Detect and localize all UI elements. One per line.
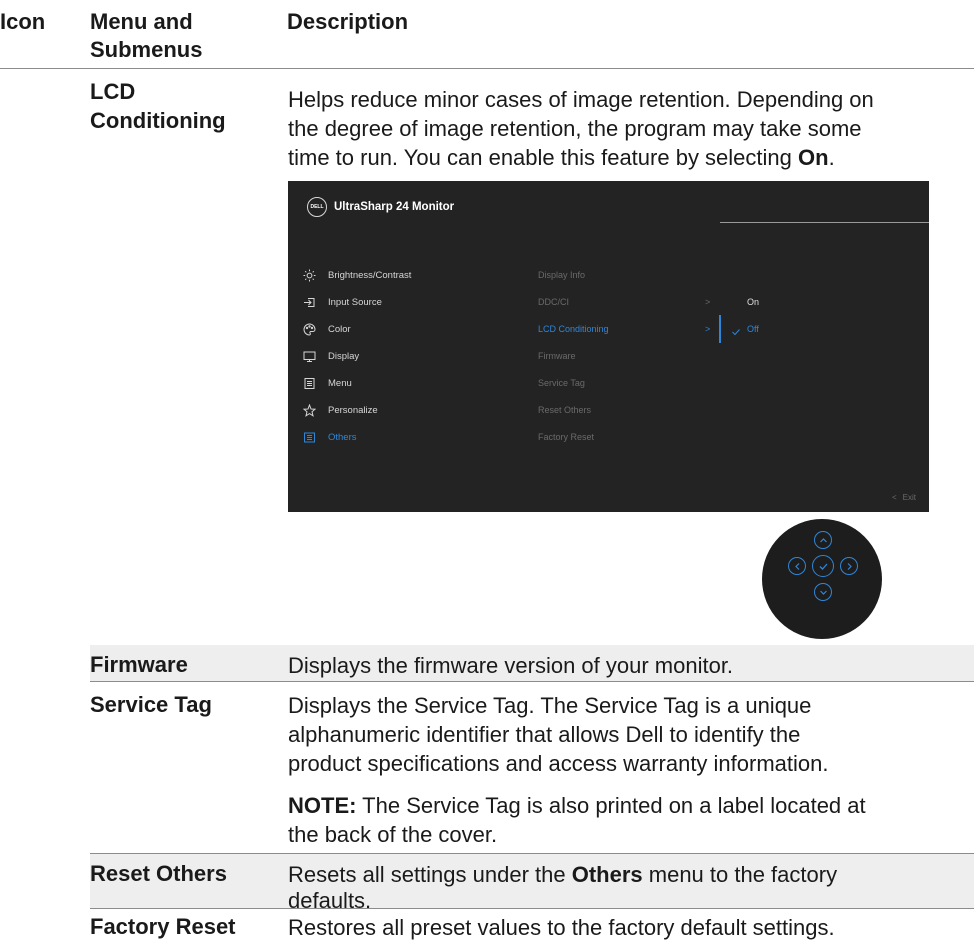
joystick-right-icon[interactable] — [840, 557, 858, 575]
osd-option-off[interactable]: Off — [747, 324, 759, 334]
checkmark-icon — [731, 324, 741, 342]
reset-others-desc-line2: defaults. — [288, 888, 372, 913]
joystick-up-icon[interactable] — [814, 531, 832, 549]
factory-reset-desc: Restores all preset values to the factor… — [288, 915, 835, 940]
reset-others-menu: Reset Others — [90, 861, 227, 886]
dell-logo: DELL — [307, 197, 327, 217]
star-icon — [302, 403, 316, 417]
others-bold: Others — [571, 862, 643, 887]
header-menu-line1: Menu and — [90, 9, 193, 34]
header-menu-line2: Submenus — [90, 37, 203, 62]
factory-reset-menu: Factory Reset — [90, 914, 236, 939]
service-tag-note-line1: NOTE: The Service Tag is also printed on… — [288, 793, 866, 818]
lcd-desc-on: On — [798, 145, 829, 170]
osd-menu-label: Input Source — [328, 296, 382, 308]
brightness-icon — [302, 268, 316, 282]
osd-menu-personalize[interactable]: Personalize — [302, 400, 378, 420]
osd-menu-brightness[interactable]: Brightness/Contrast — [302, 265, 411, 285]
osd-submenu-reset-others[interactable]: Reset Others — [538, 405, 591, 415]
osd-exit-label: Exit — [902, 493, 917, 502]
osd-menu-input-source[interactable]: Input Source — [302, 292, 382, 312]
osd-title-underline — [720, 222, 929, 223]
others-icon — [302, 430, 316, 444]
osd-menu-color[interactable]: Color — [302, 319, 351, 339]
divider — [90, 681, 974, 682]
lcd-desc-line1: Helps reduce minor cases of image retent… — [288, 87, 874, 112]
osd-submenu-service-tag[interactable]: Service Tag — [538, 378, 585, 388]
osd-menu-others[interactable]: Others — [302, 427, 357, 447]
osd-option-indicator — [719, 315, 721, 343]
lcd-menu-line2: Conditioning — [90, 108, 226, 133]
osd-title: UltraSharp 24 Monitor — [334, 201, 455, 213]
service-tag-desc-line2: alphanumeric identifier that allows Dell… — [288, 722, 801, 747]
osd-lcd-chevron: > — [705, 324, 711, 334]
divider — [90, 908, 974, 909]
header-description: Description — [287, 9, 409, 34]
reset-others-desc-line1: Resets all settings under the Others men… — [288, 862, 838, 887]
osd-option-on[interactable]: On — [747, 297, 759, 307]
lcd-desc-line2: the degree of image retention, the progr… — [288, 116, 862, 141]
lcd-desc-line3: time to run. You can enable this feature… — [288, 145, 835, 170]
osd-menu-label: Menu — [328, 377, 352, 389]
header-icon: Icon — [0, 9, 46, 34]
osd-exit[interactable]: < Exit — [892, 493, 916, 502]
service-tag-desc-line1: Displays the Service Tag. The Service Ta… — [288, 693, 812, 718]
firmware-menu: Firmware — [90, 652, 188, 677]
osd-screen: DELL UltraSharp 24 Monitor Brightness/Co… — [288, 181, 929, 512]
service-tag-menu: Service Tag — [90, 692, 212, 717]
joystick-ok-icon[interactable] — [812, 555, 834, 577]
lcd-menu-line1: LCD — [90, 79, 136, 104]
display-icon — [302, 349, 316, 363]
header-divider — [0, 68, 974, 69]
joystick-down-icon[interactable] — [814, 583, 832, 601]
osd-submenu-factory-reset[interactable]: Factory Reset — [538, 432, 594, 442]
osd-menu-label: Others — [328, 431, 357, 443]
service-tag-note-line2: the back of the cover. — [288, 822, 498, 847]
osd-menu-label: Color — [328, 323, 351, 335]
osd-menu-display[interactable]: Display — [302, 346, 359, 366]
osd-menu-label: Personalize — [328, 404, 378, 416]
osd-menu-label: Brightness/Contrast — [328, 269, 412, 281]
input-source-icon — [302, 295, 316, 309]
osd-submenu-lcd-conditioning[interactable]: LCD Conditioning — [538, 324, 609, 334]
service-tag-desc-line3: product specifications and access warran… — [288, 751, 829, 776]
joystick-control — [762, 519, 882, 639]
osd-submenu-firmware[interactable]: Firmware — [538, 351, 576, 361]
osd-ddc-chevron: > — [705, 297, 711, 307]
note-label: NOTE: — [288, 793, 357, 818]
color-palette-icon — [302, 322, 316, 336]
joystick-left-icon[interactable] — [788, 557, 806, 575]
menu-icon — [302, 376, 316, 390]
firmware-desc: Displays the firmware version of your mo… — [288, 653, 734, 678]
osd-submenu-display-info[interactable]: Display Info — [538, 270, 585, 280]
osd-menu-label: Display — [328, 350, 360, 362]
osd-submenu-ddc-ci[interactable]: DDC/CI — [538, 297, 569, 307]
osd-menu-menu[interactable]: Menu — [302, 373, 352, 393]
